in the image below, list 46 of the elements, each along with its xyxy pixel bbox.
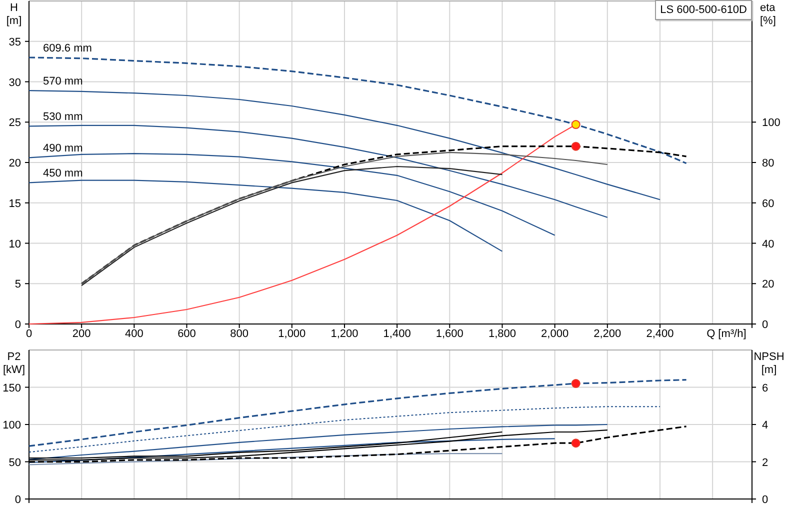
tick-label: 50	[8, 456, 21, 469]
tick-label: 35	[8, 36, 21, 48]
tick-label: 150	[2, 382, 21, 394]
tick-label: 200	[72, 328, 91, 340]
axis-label: H [m]	[6, 2, 22, 27]
tick-label: 2,400	[646, 328, 674, 340]
tick-label: 1,200	[330, 328, 358, 340]
tick-label: 2	[762, 456, 768, 469]
tick-label: 1,000	[278, 328, 306, 340]
tick-label: 0	[14, 319, 21, 331]
tick-label: 800	[230, 328, 248, 340]
axis-label: NPSH [m]	[754, 351, 784, 376]
curve-label: 570 mm	[43, 76, 83, 88]
tick-label: 0	[762, 319, 768, 331]
tick-label: 80	[762, 158, 774, 170]
tick-label: 1,600	[436, 328, 464, 340]
tick-label: 2,200	[594, 328, 622, 340]
tick-label: 0	[762, 494, 768, 506]
tick-label: 15	[8, 198, 21, 210]
tick-label: 1,800	[488, 328, 516, 340]
tick-label: 1,400	[383, 328, 411, 340]
tick-label: 40	[762, 238, 774, 250]
tick-label: 100	[762, 117, 780, 130]
tick-label: 4	[762, 420, 768, 432]
tick-label: 6	[762, 382, 768, 394]
axis-label: eta [%]	[760, 2, 776, 27]
curve-label: 609.6 mm	[43, 42, 92, 55]
curve-label: 490 mm	[43, 142, 83, 155]
tick-label: 25	[8, 117, 21, 130]
tick-label: 2,000	[541, 328, 569, 340]
model-label: LS 600-500-610D	[655, 0, 752, 20]
curve-label: 530 mm	[43, 111, 83, 124]
tick-label: 100	[2, 420, 21, 432]
tick-label: 20	[762, 278, 774, 291]
axis-label: Q [m³/h]	[706, 328, 746, 340]
tick-label: 0	[26, 328, 32, 340]
tick-label: 600	[178, 328, 196, 340]
tick-label: 400	[124, 328, 144, 340]
tick-label: 5	[14, 278, 21, 291]
axis-label: P2 [kW]	[3, 351, 25, 376]
curve-label: 450 mm	[43, 168, 83, 180]
tick-label: 20	[8, 158, 21, 170]
tick-label: 10	[8, 238, 21, 250]
tick-label: 0	[14, 494, 21, 506]
tick-label: 60	[762, 198, 774, 210]
tick-label: 30	[8, 76, 21, 89]
